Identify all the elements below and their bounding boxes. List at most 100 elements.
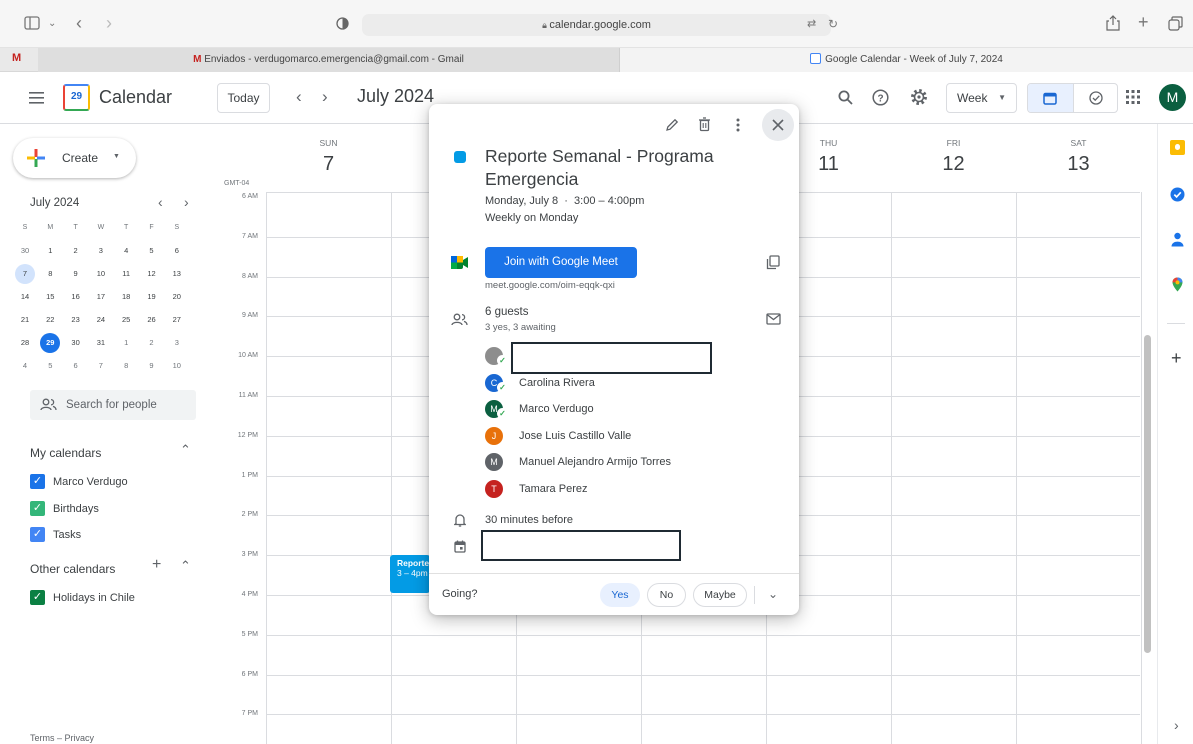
day-header[interactable]: FRI 12 [891, 124, 1016, 176]
address-bar[interactable]: 🔒︎ calendar.google.com [362, 14, 831, 36]
translate-icon[interactable]: ⇄ [807, 16, 816, 32]
mini-calendar-day[interactable]: 3 [167, 333, 187, 353]
view-switcher[interactable]: Week ▼ [946, 83, 1017, 113]
checkbox-checked-icon[interactable]: ✓ [30, 474, 45, 489]
mini-calendar-day[interactable]: 29 [40, 333, 61, 353]
account-avatar[interactable]: M [1159, 84, 1186, 111]
next-week-icon[interactable]: › [322, 87, 328, 107]
mini-calendar-day[interactable]: 5 [40, 356, 60, 376]
keep-icon[interactable] [1170, 140, 1185, 155]
delete-trash-icon[interactable] [698, 117, 711, 132]
chevron-down-icon[interactable]: ⌄ [48, 16, 56, 32]
rsvp-options-chevron-icon[interactable]: ⌄ [768, 587, 778, 601]
mini-calendar-day[interactable]: 12 [142, 264, 162, 284]
footer-links[interactable]: Terms – Privacy [30, 733, 94, 743]
mini-calendar-day[interactable]: 13 [167, 264, 187, 284]
mini-calendar-day[interactable]: 27 [167, 310, 187, 330]
today-button[interactable]: Today [217, 83, 270, 113]
join-meet-button[interactable]: Join with Google Meet [485, 247, 637, 278]
mini-calendar-day[interactable]: 11 [116, 264, 136, 284]
privacy-shield-icon[interactable] [336, 17, 349, 30]
apps-grid-icon[interactable] [1126, 90, 1140, 104]
mini-calendar-day[interactable]: 2 [66, 241, 86, 261]
mini-calendar-day[interactable]: 24 [91, 310, 111, 330]
mini-calendar-day[interactable]: 5 [142, 241, 162, 261]
close-button[interactable] [762, 109, 794, 141]
tab-overview-icon[interactable] [1168, 16, 1183, 31]
mini-calendar-day[interactable]: 1 [116, 333, 136, 353]
day-header[interactable]: SAT 13 [1016, 124, 1141, 176]
mini-calendar-day[interactable]: 1 [40, 241, 60, 261]
checkbox-checked-icon[interactable]: ✓ [30, 527, 45, 542]
mini-calendar-day[interactable]: 17 [91, 287, 111, 307]
calendar-view-button[interactable] [1028, 84, 1073, 112]
mini-calendar-day[interactable]: 23 [66, 310, 86, 330]
checkbox-checked-icon[interactable]: ✓ [30, 590, 45, 605]
previous-week-icon[interactable]: ‹ [296, 87, 302, 107]
mini-calendar-day[interactable]: 10 [167, 356, 187, 376]
mini-calendar-day[interactable]: 30 [15, 241, 35, 261]
add-addon-icon[interactable]: + [1171, 348, 1182, 369]
mini-calendar-day[interactable]: 14 [15, 287, 35, 307]
mini-calendar-day[interactable]: 19 [142, 287, 162, 307]
mini-calendar-day[interactable]: 2 [142, 333, 162, 353]
rsvp-no-button[interactable]: No [647, 583, 686, 607]
forward-icon[interactable]: › [106, 14, 112, 32]
tasks-icon[interactable] [1170, 187, 1185, 202]
new-tab-icon[interactable]: + [1138, 13, 1149, 31]
mini-calendar-day[interactable]: 26 [142, 310, 162, 330]
reload-icon[interactable]: ↻ [828, 16, 838, 32]
add-calendar-icon[interactable]: + [152, 556, 161, 574]
mini-calendar-day[interactable]: 9 [66, 264, 86, 284]
day-header[interactable]: SUN 7 [266, 124, 391, 176]
mini-calendar-prev-icon[interactable]: ‹ [158, 194, 163, 210]
main-menu-icon[interactable] [29, 92, 44, 104]
grid-scrollbar[interactable] [1144, 335, 1151, 653]
search-people-input[interactable]: Search for people [30, 390, 196, 420]
back-icon[interactable]: ‹ [76, 14, 82, 32]
tab-calendar[interactable]: Google Calendar - Week of July 7, 2024 [620, 48, 1193, 72]
mini-calendar-day[interactable]: 30 [66, 333, 86, 353]
copy-icon[interactable] [766, 255, 780, 270]
maps-pin-icon[interactable] [1172, 277, 1183, 292]
mini-calendar-day[interactable]: 8 [116, 356, 136, 376]
gmail-pinned-icon[interactable]: M [12, 52, 21, 64]
edit-pencil-icon[interactable] [665, 118, 679, 132]
mini-calendar-day[interactable]: 7 [15, 264, 35, 284]
expand-panel-icon[interactable]: › [1174, 717, 1179, 733]
mini-calendar-day[interactable]: 10 [91, 264, 111, 284]
tasks-view-button[interactable] [1073, 84, 1117, 112]
more-options-icon[interactable] [736, 118, 740, 132]
checkbox-checked-icon[interactable]: ✓ [30, 500, 45, 516]
mini-calendar-day[interactable]: 15 [40, 287, 60, 307]
mini-calendar-day[interactable]: 3 [91, 241, 111, 261]
settings-gear-icon[interactable] [910, 88, 928, 106]
collapse-icon[interactable]: ⌃ [180, 442, 191, 458]
meet-link[interactable]: meet.google.com/oim-eqqk-qxi [485, 280, 615, 291]
search-icon[interactable] [838, 90, 853, 105]
mini-calendar-day[interactable]: 31 [91, 333, 111, 353]
mini-calendar-day[interactable]: 4 [116, 241, 136, 261]
create-button[interactable]: Create ▼ [13, 138, 136, 178]
mini-calendar-day[interactable]: 28 [15, 333, 35, 353]
help-icon[interactable]: ? [872, 89, 889, 106]
contacts-icon[interactable] [1171, 232, 1184, 247]
mini-calendar-day[interactable]: 6 [167, 241, 187, 261]
sidebar-toggle-icon[interactable] [24, 16, 40, 30]
collapse-icon[interactable]: ⌃ [180, 558, 191, 574]
share-icon[interactable] [1106, 15, 1120, 31]
mini-calendar-day[interactable]: 6 [66, 356, 86, 376]
mini-calendar-next-icon[interactable]: › [184, 194, 189, 210]
mini-calendar-day[interactable]: 7 [91, 356, 111, 376]
tab-gmail[interactable]: M Enviados - verdugomarco.emergencia@gma… [38, 48, 620, 72]
mini-calendar-day[interactable]: 8 [40, 264, 60, 284]
mini-calendar-day[interactable]: 4 [15, 356, 35, 376]
event-chip[interactable]: Reporte 3 – 4pm [390, 555, 430, 593]
rsvp-maybe-button[interactable]: Maybe [693, 583, 747, 607]
mini-calendar-day[interactable]: 21 [15, 310, 35, 330]
mini-calendar-day[interactable]: 22 [40, 310, 60, 330]
email-guests-icon[interactable] [766, 313, 781, 325]
mini-calendar-day[interactable]: 16 [66, 287, 86, 307]
mini-calendar-day[interactable]: 18 [116, 287, 136, 307]
mini-calendar-day[interactable]: 20 [167, 287, 187, 307]
